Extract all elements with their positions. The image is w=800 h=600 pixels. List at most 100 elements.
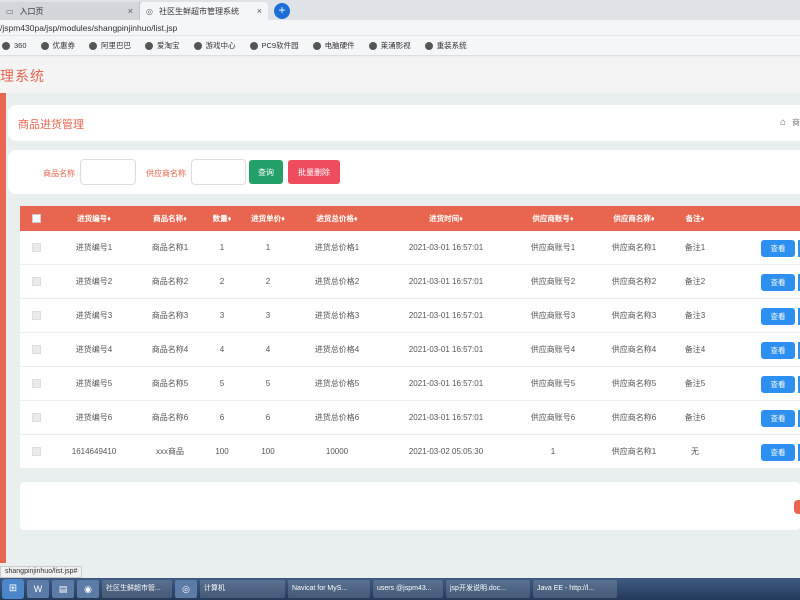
globe-icon[interactable]: ◎ (175, 580, 197, 598)
taskbar-item-users[interactable]: users @jspm43... (373, 580, 443, 598)
table-cell: 供应商账号6 (530, 413, 576, 422)
view-button[interactable]: 查看 (761, 410, 795, 427)
taskbar-item-browser[interactable]: 社区生鲜超市管... (102, 580, 172, 598)
bookmark-item[interactable]: 莱涌影视 (368, 40, 411, 51)
column-header[interactable]: 数量♦ (213, 206, 232, 231)
bookmark-item[interactable]: 360 (2, 41, 27, 50)
table-cell: 进货编号5 (75, 379, 113, 388)
taskbar-item-navicat[interactable]: Navicat for MyS... (288, 580, 370, 598)
table-cell: 进货编号4 (75, 345, 113, 354)
row-checkbox[interactable] (32, 345, 41, 354)
taskbar-item-computer[interactable]: 计算机 (200, 580, 285, 598)
table-cell: 供应商名称1 (611, 243, 657, 252)
table-cell: 供应商名称5 (611, 379, 657, 388)
table-cell: 3 (219, 311, 225, 320)
row-checkbox[interactable] (32, 277, 41, 286)
column-header[interactable]: 进货编号♦ (77, 206, 111, 231)
table-row: 进货编号5 商品名称5 5 5 进货总价格5 2021-03-01 16:57:01 供应商… (20, 367, 800, 401)
table-cell: 进货总价格3 (314, 311, 360, 320)
table-cell: 6 (265, 413, 271, 422)
address-bar[interactable]: /jspm430pa/jsp/modules/shangpinjinhuo/li… (0, 20, 800, 36)
view-button[interactable]: 查看 (761, 308, 795, 325)
bookmark-item[interactable]: 电脑硬件 (312, 40, 355, 51)
supplier-name-input[interactable] (191, 159, 246, 185)
table-cell: 备注5 (684, 379, 706, 388)
table-row: 进货编号3 商品名称3 3 3 进货总价格3 2021-03-01 16:57:01 供应商… (20, 299, 800, 333)
bookmark-item[interactable]: 阿里巴巴 (89, 40, 131, 51)
table-cell: 2021-03-01 16:57:01 (408, 277, 484, 286)
table-cell: 2021-03-01 16:57:01 (408, 243, 484, 252)
bookmark-item[interactable]: 优惠券 (40, 40, 75, 51)
column-header[interactable]: 进货总价格♦ (316, 206, 357, 231)
pagination-indicator[interactable] (794, 500, 800, 514)
tab-label: 社区生鲜超市管理系统 (158, 6, 239, 16)
table-cell: 1 (219, 243, 225, 252)
table-cell: 无 (691, 447, 699, 456)
table-cell: 6 (219, 413, 225, 422)
batch-delete-button[interactable]: 批量删除 (288, 160, 340, 184)
breadcrumb: ⌂ 商 (780, 117, 800, 128)
new-tab-button[interactable]: + (274, 3, 290, 19)
column-header[interactable]: 备注♦ (686, 206, 705, 231)
row-checkbox[interactable] (32, 447, 41, 456)
view-button[interactable]: 查看 (761, 342, 795, 359)
view-button[interactable]: 查看 (761, 240, 795, 257)
column-header[interactable]: 商品名称♦ (153, 206, 187, 231)
taskbar-item-doc[interactable]: jsp开发说明.doc... (446, 580, 530, 598)
table-row: 进货编号6 商品名称6 6 6 进货总价格6 2021-03-01 16:57:01 供应商… (20, 401, 800, 435)
product-name-label: 商品名称 (43, 169, 75, 178)
bookmarks-bar: 360 优惠券 阿里巴巴 爱淘宝 游戏中心 PC9软件园 电脑硬件 莱涌影视 重… (0, 36, 800, 56)
table-cell: 供应商名称6 (611, 413, 657, 422)
table-row: 进货编号4 商品名称4 4 4 进货总价格4 2021-03-01 16:57:01 供应商… (20, 333, 800, 367)
view-button[interactable]: 查看 (761, 376, 795, 393)
table-cell: 4 (219, 345, 225, 354)
table-cell: 2021-03-01 16:57:01 (408, 413, 484, 422)
table-cell: 5 (265, 379, 271, 388)
bookmark-item[interactable]: 游戏中心 (193, 40, 236, 51)
status-bar: shangpinjinhuo/list.jsp# (0, 566, 83, 578)
table-cell: 3 (265, 311, 271, 320)
bookmark-icon (145, 41, 154, 50)
bookmark-item[interactable]: 爱淘宝 (145, 40, 180, 51)
table-row: 1614649410 xxx商品 100 100 10000 2021-03-02 05:… (20, 435, 800, 469)
table-cell: 进货总价格4 (314, 345, 360, 354)
chrome-icon[interactable]: ◉ (77, 580, 99, 598)
bookmark-item[interactable]: PC9软件园 (249, 40, 299, 51)
search-button[interactable]: 查询 (249, 160, 283, 184)
table-cell: 商品名称5 (151, 379, 189, 388)
table-cell: 100 (215, 447, 229, 456)
explorer-icon[interactable]: ▤ (52, 580, 74, 598)
view-button[interactable]: 查看 (761, 274, 795, 291)
column-header[interactable]: 进货时间♦ (429, 206, 463, 231)
column-header[interactable]: 供应商账号♦ (532, 206, 573, 231)
column-header[interactable]: 进货单价♦ (251, 206, 285, 231)
table-cell: 1 (265, 243, 271, 252)
product-name-input[interactable] (80, 159, 136, 185)
close-icon[interactable]: × (128, 6, 133, 16)
word-icon[interactable]: W (27, 580, 49, 598)
row-checkbox[interactable] (32, 413, 41, 422)
browser-tab-app[interactable]: ◎ 社区生鲜超市管理系统 × (140, 2, 268, 20)
breadcrumb-item[interactable]: 商 (792, 117, 800, 128)
close-icon[interactable]: × (257, 6, 262, 16)
bookmark-item[interactable]: 重装系统 (424, 40, 467, 51)
select-all-checkbox[interactable] (32, 214, 41, 223)
home-icon[interactable]: ⌂ (780, 117, 786, 128)
table-cell: 100 (261, 447, 275, 456)
table-cell: 进货编号6 (75, 413, 113, 422)
bookmark-icon (368, 41, 377, 50)
globe-icon: ◎ (146, 6, 153, 16)
table-cell: 进货总价格2 (314, 277, 360, 286)
page-icon: ▭ (6, 6, 14, 16)
start-button[interactable]: ⊞ (2, 579, 24, 599)
view-button[interactable]: 查看 (761, 444, 795, 461)
browser-tab-entry[interactable]: ▭ 入口页 × (0, 2, 140, 20)
row-checkbox[interactable] (32, 311, 41, 320)
table-cell: 供应商账号4 (530, 345, 576, 354)
taskbar-item-java[interactable]: Java EE - http://l... (533, 580, 617, 598)
row-checkbox[interactable] (32, 243, 41, 252)
row-checkbox[interactable] (32, 379, 41, 388)
table-cell: 2021-03-02 05:05:30 (408, 447, 484, 456)
column-header[interactable]: 供应商名称♦ (613, 206, 654, 231)
table-cell: 10000 (325, 447, 349, 456)
